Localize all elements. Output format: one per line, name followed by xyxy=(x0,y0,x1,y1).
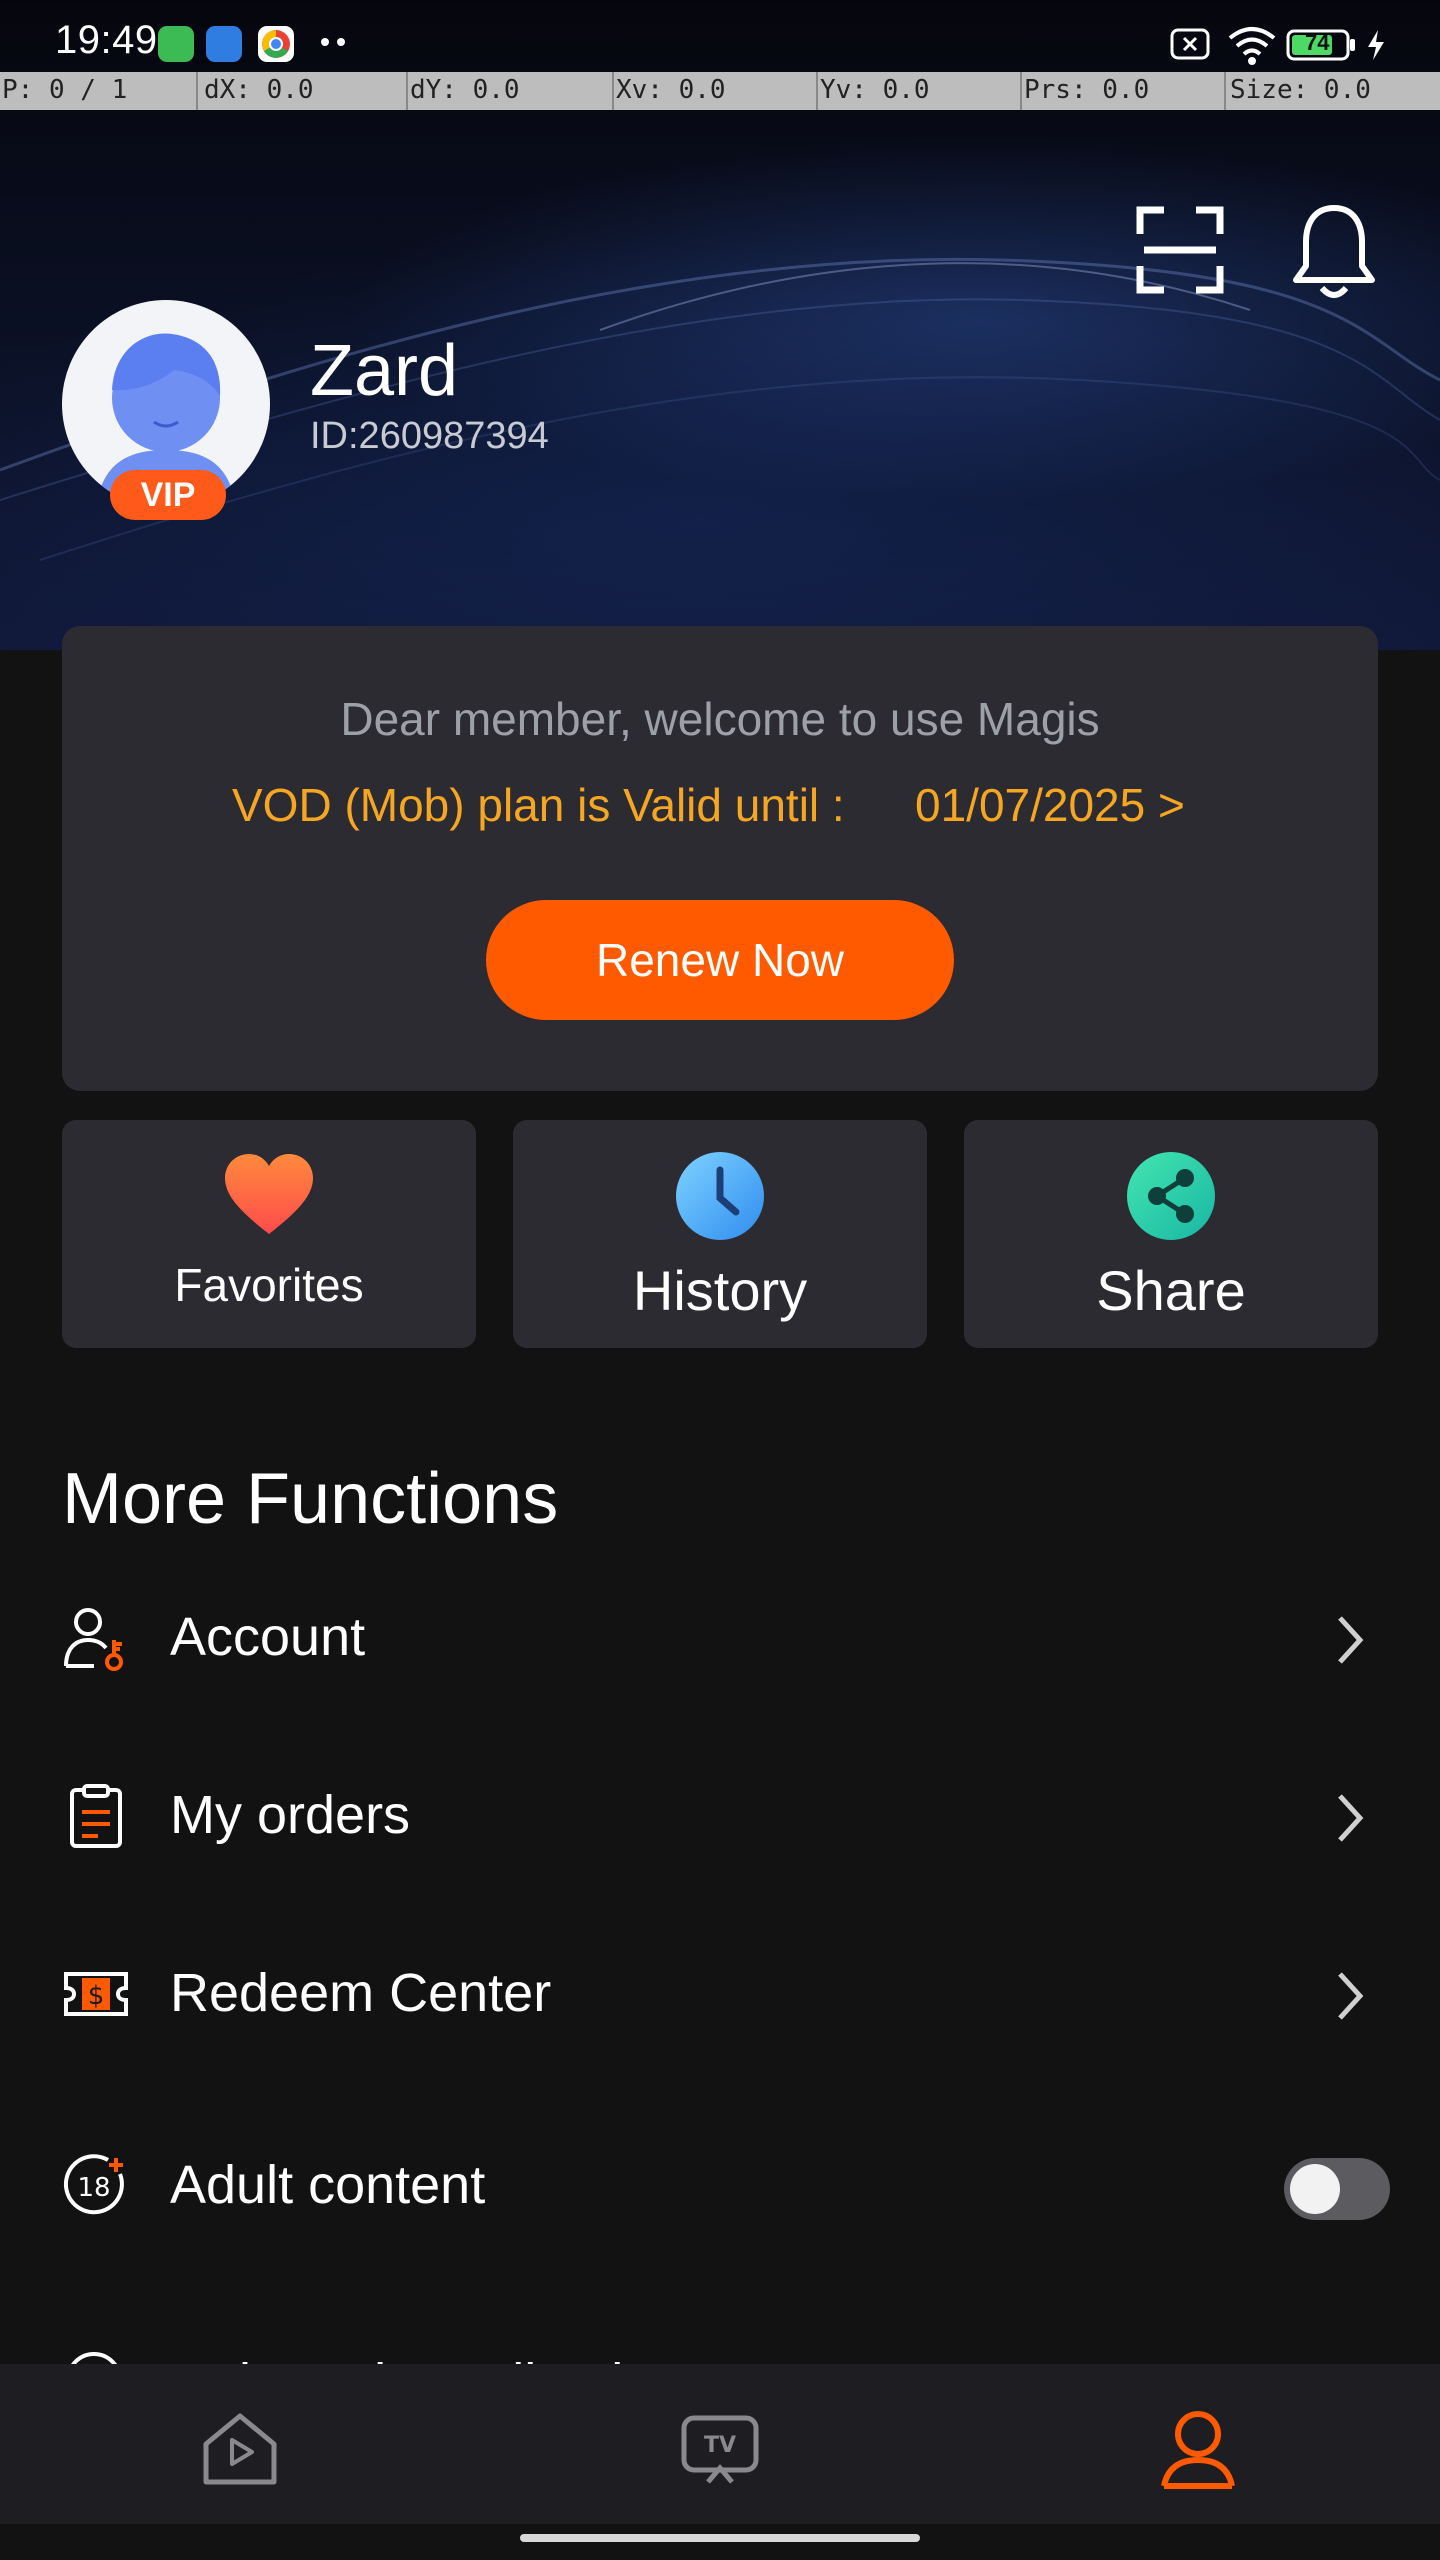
svg-text:$: $ xyxy=(88,1981,105,2011)
user-id: ID:260987394 xyxy=(310,415,549,457)
redeem-center-label: Redeem Center xyxy=(170,1963,552,2023)
profile-icon xyxy=(1161,2411,1235,2489)
bell-icon xyxy=(1293,205,1375,298)
bottom-navigation: TV xyxy=(0,2364,1440,2524)
notifications-button[interactable] xyxy=(1286,200,1382,304)
nav-tv-button[interactable]: TV xyxy=(676,2404,764,2492)
wallet-notification-icon xyxy=(206,26,242,62)
svg-text:18: 18 xyxy=(77,2173,110,2203)
vip-badge: VIP xyxy=(110,470,226,520)
svg-text:TV: TV xyxy=(704,2433,736,2458)
ticket-icon: $ xyxy=(62,1960,130,2028)
account-key-icon xyxy=(62,1604,130,1672)
history-tile[interactable]: History xyxy=(513,1120,927,1348)
xv-value: Xv: 0.0 xyxy=(616,75,726,105)
account-label: Account xyxy=(170,1607,366,1667)
clock-icon xyxy=(672,1148,768,1244)
home-indicator[interactable] xyxy=(520,2534,920,2542)
help-icon xyxy=(71,2352,117,2364)
android-notification-icon xyxy=(158,26,194,62)
eighteen-plus-icon: 18 xyxy=(62,2152,130,2220)
pointer-count: P: 0 / 1 xyxy=(2,75,128,105)
status-time: 19:49 xyxy=(55,18,158,62)
more-functions-title: More Functions xyxy=(62,1459,559,1539)
home-icon xyxy=(203,2413,277,2485)
nav-profile-button[interactable] xyxy=(1154,2404,1242,2492)
chrome-notification-icon xyxy=(258,26,294,62)
status-bar: 19:49 74 xyxy=(0,0,1440,72)
adult-content-toggle[interactable] xyxy=(1284,2158,1390,2220)
plan-expiry-date-link[interactable]: 01/07/2025 > xyxy=(915,778,1185,832)
pointer-location-bar: P: 0 / 1 dX: 0.0 dY: 0.0 Xv: 0.0 Yv: 0.0… xyxy=(0,72,1440,110)
share-label: Share xyxy=(1096,1259,1246,1322)
pressure-value: Prs: 0.0 xyxy=(1024,75,1150,105)
history-label: History xyxy=(632,1259,808,1322)
my-orders-chevron-icon[interactable] xyxy=(1330,1788,1370,1848)
nav-home-button[interactable] xyxy=(196,2404,284,2492)
charging-icon xyxy=(1364,28,1388,67)
favorites-label: Favorites xyxy=(174,1259,364,1311)
wifi-icon xyxy=(1226,24,1278,71)
toggle-knob xyxy=(1290,2164,1340,2214)
no-sim-icon xyxy=(1168,26,1212,67)
renew-now-button[interactable]: Renew Now xyxy=(486,900,954,1020)
more-notifications-icon xyxy=(318,34,348,46)
share-tile[interactable]: Share xyxy=(964,1120,1378,1348)
help-feedback-label: Help and Feedback xyxy=(170,2352,638,2364)
yv-value: Yv: 0.0 xyxy=(820,75,930,105)
user-name: Zard xyxy=(310,331,459,411)
my-orders-label: My orders xyxy=(170,1785,411,1845)
size-value: Size: 0.0 xyxy=(1230,75,1371,105)
help-feedback-row[interactable]: Help and Feedback xyxy=(62,2340,1378,2364)
scan-button[interactable] xyxy=(1130,200,1230,300)
plan-validity-text: VOD (Mob) plan is Valid until : xyxy=(232,779,845,831)
tv-icon: TV xyxy=(681,2415,759,2484)
welcome-message: Dear member, welcome to use Magis xyxy=(340,693,1100,745)
battery-level: 74 xyxy=(1305,30,1330,55)
account-chevron-icon[interactable] xyxy=(1330,1610,1370,1670)
redeem-center-chevron-icon[interactable] xyxy=(1330,1966,1370,2026)
dx-value: dX: 0.0 xyxy=(204,75,314,105)
clipboard-icon xyxy=(62,1782,130,1850)
adult-content-label: Adult content xyxy=(170,2155,486,2215)
favorites-tile[interactable]: Favorites xyxy=(62,1120,476,1348)
heart-icon xyxy=(221,1148,317,1244)
scan-icon xyxy=(1136,206,1224,294)
share-icon xyxy=(1123,1148,1219,1244)
dy-value: dY: 0.0 xyxy=(410,75,520,105)
